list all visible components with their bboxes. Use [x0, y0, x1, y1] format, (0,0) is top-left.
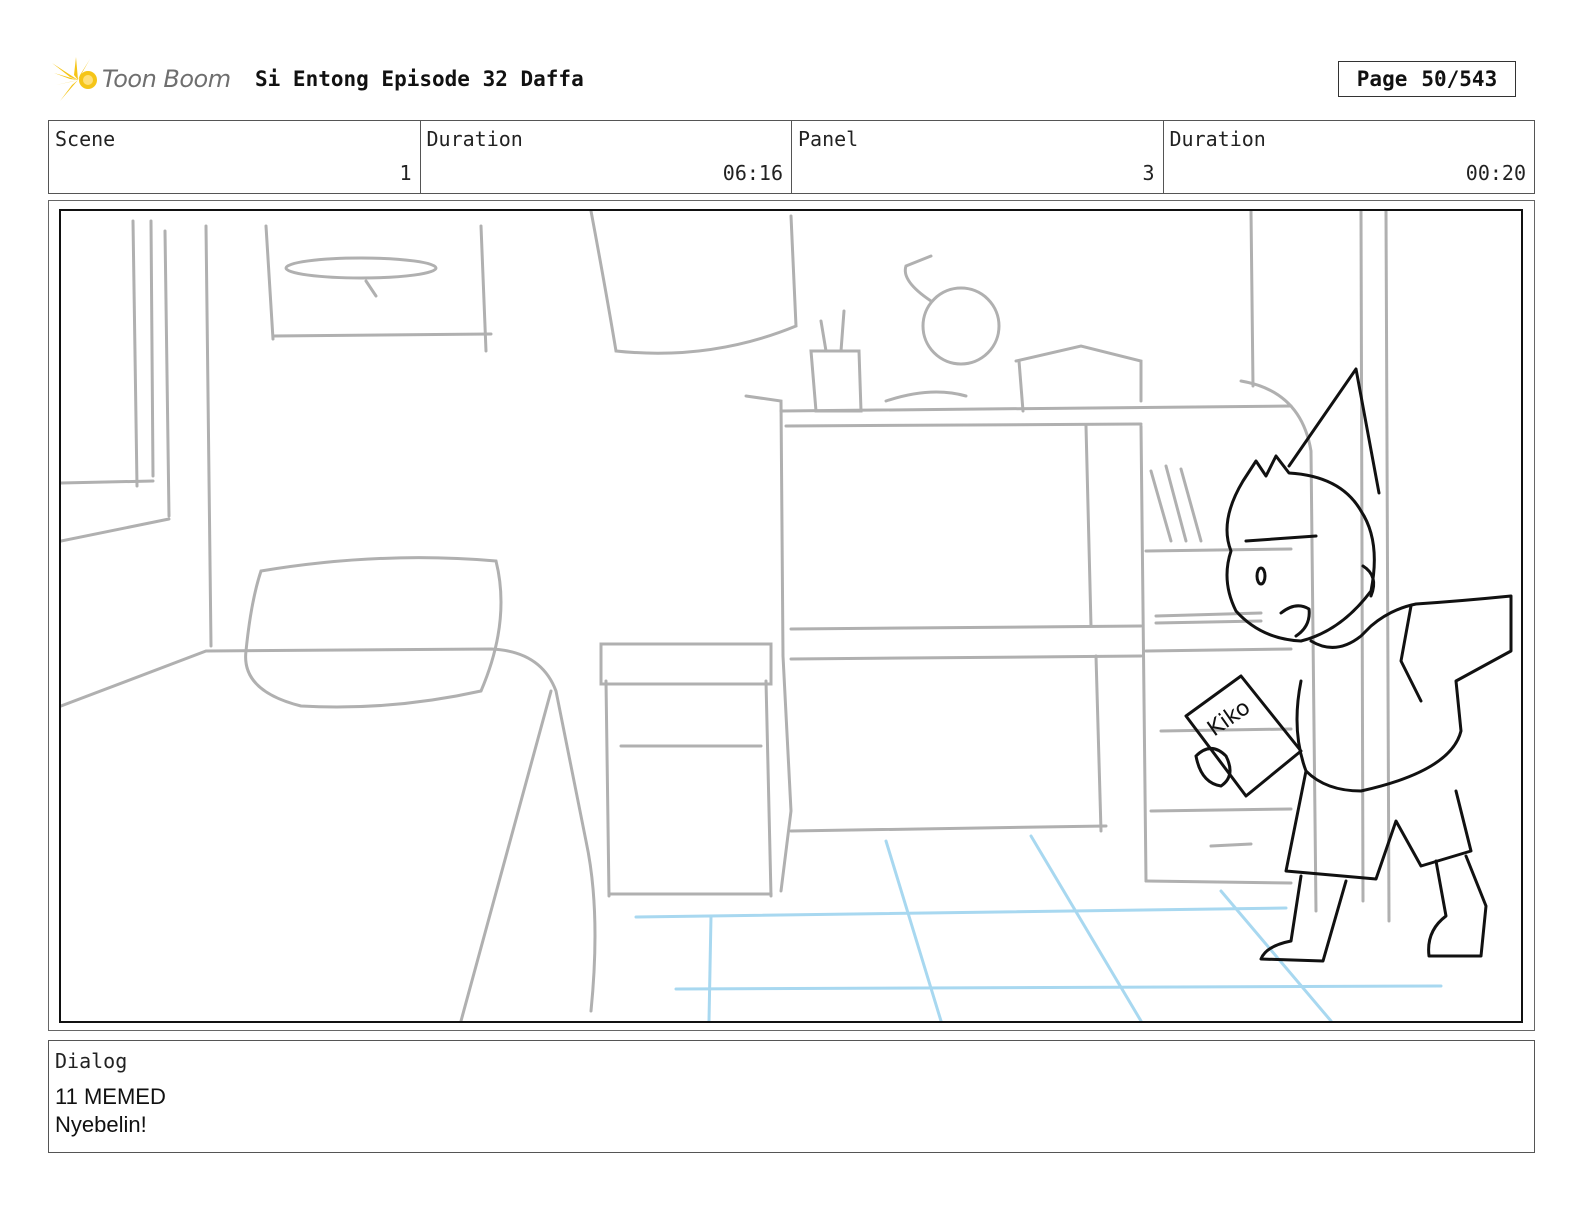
- panel-info-row: Scene 1 Duration 06:16 Panel 3 Duration …: [48, 120, 1535, 194]
- dialog-line-speaker: 11 MEMED: [55, 1084, 166, 1109]
- book-label-text: Kiko: [1203, 695, 1255, 742]
- room-background-sketch: [61, 211, 1391, 1021]
- dialog-line-speech: Nyebelin!: [55, 1112, 147, 1137]
- document-title: Si Entong Episode 32 Daffa: [255, 67, 584, 91]
- scene-value: 1: [399, 161, 412, 185]
- storyboard-sketch: Kiko: [61, 211, 1513, 1021]
- storyboard-panel-image: Kiko: [59, 209, 1523, 1023]
- dialog-text: 11 MEMED Nyebelin!: [55, 1083, 166, 1139]
- dialog-label: Dialog: [55, 1049, 128, 1073]
- panel-frame: Kiko: [48, 200, 1535, 1031]
- scene-duration-cell: Duration 06:16: [421, 121, 792, 193]
- panel-duration-label: Duration: [1169, 127, 1266, 151]
- panel-duration-value: 00:20: [1465, 161, 1526, 185]
- page-header: Toon Boom Si Entong Episode 32 Daffa Pag…: [50, 55, 1535, 105]
- starburst-icon: [52, 57, 97, 101]
- logo-text: Toon Boom: [102, 65, 231, 93]
- character-sketch: Kiko: [1184, 367, 1513, 963]
- page-indicator: Page 50/543: [1338, 61, 1516, 97]
- floor-tiles-sketch: [634, 834, 1443, 1021]
- page-label: Page: [1356, 67, 1408, 91]
- panel-duration-cell: Duration 00:20: [1164, 121, 1535, 193]
- scene-duration-value: 06:16: [722, 161, 783, 185]
- scene-label: Scene: [55, 127, 116, 151]
- dialog-box: Dialog 11 MEMED Nyebelin!: [48, 1040, 1535, 1153]
- page-number: 50/543: [1421, 67, 1498, 91]
- panel-cell: Panel 3: [792, 121, 1164, 193]
- scene-cell: Scene 1: [49, 121, 421, 193]
- scene-duration-label: Duration: [426, 127, 523, 151]
- panel-value: 3: [1142, 161, 1155, 185]
- panel-label: Panel: [798, 127, 859, 151]
- toon-boom-logo: Toon Boom: [50, 55, 240, 105]
